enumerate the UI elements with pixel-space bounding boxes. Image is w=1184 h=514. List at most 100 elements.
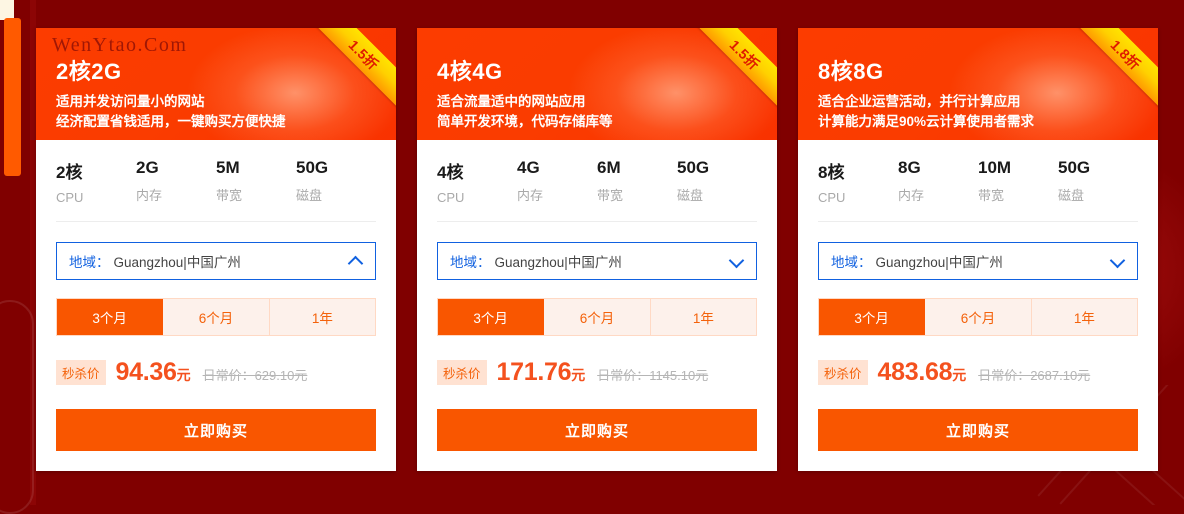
- card-body: 2核 CPU 2G 内存 5M 带宽 50G 磁盘地域： Guangzhou|中国广州 3个月 6个…: [36, 140, 396, 471]
- background-cream-strip: [0, 0, 14, 20]
- spec-item: 4G 内存: [517, 158, 597, 205]
- chevron-up-icon[interactable]: [349, 254, 363, 268]
- card-description: 适合流量适中的网站应用简单开发环境，代码存储库等: [437, 92, 613, 132]
- spec-value: 10M: [978, 158, 1012, 177]
- duration-tab-group: 3个月 6个月 1年: [437, 298, 757, 336]
- discount-ribbon: 1.8折: [1066, 28, 1158, 114]
- discount-ribbon-label: 1.8折: [1107, 36, 1145, 73]
- spec-value: 50G: [1058, 158, 1091, 177]
- price-value: 171.76: [496, 358, 572, 386]
- region-select[interactable]: 地域： Guangzhou|中国广州: [56, 242, 376, 280]
- spec-item: 50G 磁盘: [296, 158, 376, 205]
- card-description: 适用并发访问量小的网站经济配置省钱适用，一键购买方便快捷: [56, 92, 286, 132]
- duration-tab[interactable]: 3个月: [438, 299, 545, 335]
- background-outline-shape: [0, 300, 34, 514]
- card-title: 4核4G: [437, 59, 503, 84]
- original-price: 日常价：1145.10元: [597, 368, 709, 383]
- card-description-line2: 经济配置省钱适用，一键购买方便快捷: [56, 114, 286, 129]
- spec-row: 4核 CPU 4G 内存 6M 带宽 50G 磁盘: [437, 158, 757, 222]
- duration-tab[interactable]: 3个月: [57, 299, 164, 335]
- card-header: 4核4G 适合流量适中的网站应用简单开发环境，代码存储库等 1.5折: [417, 28, 777, 140]
- spec-label: 磁盘: [296, 188, 323, 203]
- card-description-line1: 适用并发访问量小的网站: [56, 94, 205, 109]
- spec-item: 50G 磁盘: [1058, 158, 1138, 205]
- spec-item: 8核 CPU: [818, 158, 898, 205]
- spec-item: 50G 磁盘: [677, 158, 757, 205]
- card-title: 8核8G: [818, 59, 884, 84]
- chevron-down-icon[interactable]: [1111, 254, 1125, 268]
- spec-item: 2核 CPU: [56, 158, 136, 205]
- spec-item: 2G 内存: [136, 158, 216, 205]
- price-unit: 元: [176, 367, 191, 383]
- original-price: 日常价：2687.10元: [978, 368, 1091, 383]
- price-badge: 秒杀价: [818, 360, 868, 385]
- discount-ribbon-label: 1.5折: [345, 36, 383, 73]
- buy-now-button[interactable]: 立即购买: [437, 409, 757, 451]
- duration-tab[interactable]: 1年: [1031, 299, 1137, 335]
- card-header: WenYtao.Com 2核2G 适用并发访问量小的网站 经济配置省钱适用，一键购买方…: [36, 28, 396, 140]
- buy-now-button[interactable]: 立即购买: [818, 409, 1138, 451]
- spec-item: 5M 带宽: [216, 158, 296, 205]
- price-value: 483.68: [877, 358, 953, 386]
- spec-item: 10M 带宽: [978, 158, 1058, 205]
- duration-tab-group: 3个月 6个月 1年: [56, 298, 376, 336]
- card-body: 8核 CPU 8G 内存 10M 带宽 50G 磁盘地域： Guangzhou|中国广州 3个月 6…: [798, 140, 1158, 471]
- card-description-line1: 适合企业运营活动，并行计算应用: [818, 94, 1021, 109]
- pricing-card: 4核4G 适合流量适中的网站应用简单开发环境，代码存储库等 1.5折 4核 CPU 4G 内…: [417, 28, 777, 471]
- duration-tab[interactable]: 1年: [650, 299, 756, 335]
- region-select-value: Guangzhou|中国广州: [113, 255, 241, 270]
- spec-item: 8G 内存: [898, 158, 978, 205]
- price-unit: 元: [952, 367, 967, 383]
- spec-item: 4核 CPU: [437, 158, 517, 205]
- region-select[interactable]: 地域： Guangzhou|中国广州: [818, 242, 1138, 280]
- card-description-line1: 适合流量适中的网站应用: [437, 94, 586, 109]
- spec-row: 2核 CPU 2G 内存 5M 带宽 50G 磁盘: [56, 158, 376, 222]
- card-title: 2核2G: [56, 59, 122, 84]
- region-select[interactable]: 地域： Guangzhou|中国广州: [437, 242, 757, 280]
- spec-value: 8G: [898, 158, 921, 177]
- spec-value: 5M: [216, 158, 240, 177]
- spec-label: 内存: [898, 188, 925, 203]
- card-description-line2: 简单开发环境，代码存储库等: [437, 114, 613, 129]
- spec-value: 50G: [296, 158, 329, 177]
- card-header: 8核8G 适合企业运营活动，并行计算应用 计算能力满足90%云计算使用者需求 1.8折: [798, 28, 1158, 140]
- price-badge: 秒杀价: [56, 360, 106, 385]
- duration-tab[interactable]: 6个月: [544, 299, 651, 335]
- buy-now-button[interactable]: 立即购买: [56, 409, 376, 451]
- discount-ribbon-label: 1.5折: [726, 36, 764, 73]
- card-description-line2: 计算能力满足90%云计算使用者需求: [818, 114, 1035, 129]
- spec-value: 2G: [136, 158, 159, 177]
- spec-value: 4G: [517, 158, 540, 177]
- discount-ribbon: 1.5折: [685, 28, 777, 114]
- spec-label: CPU: [437, 190, 465, 205]
- spec-row: 8核 CPU 8G 内存 10M 带宽 50G 磁盘: [818, 158, 1138, 222]
- card-description: 适合企业运营活动，并行计算应用 计算能力满足90%云计算使用者需求: [818, 92, 1034, 132]
- region-select-value: Guangzhou|中国广州: [494, 255, 622, 270]
- spec-value: 2核: [56, 163, 83, 182]
- pricing-card: WenYtao.Com 2核2G 适用并发访问量小的网站 经济配置省钱适用，一键购买方…: [36, 28, 396, 471]
- spec-label: 内存: [136, 188, 163, 203]
- duration-tab-group: 3个月 6个月 1年: [818, 298, 1138, 336]
- spec-label: CPU: [56, 190, 84, 205]
- region-select-label: 地域：: [69, 255, 110, 270]
- background-orange-bar: [4, 18, 21, 176]
- spec-value: 6M: [597, 158, 621, 177]
- price-row: 秒杀价 483.68 元日常价：2687.10元: [818, 358, 1138, 387]
- spec-label: 内存: [517, 188, 544, 203]
- duration-tab[interactable]: 6个月: [925, 299, 1032, 335]
- spec-item: 6M 带宽: [597, 158, 677, 205]
- spec-label: CPU: [818, 190, 846, 205]
- duration-tab[interactable]: 3个月: [819, 299, 926, 335]
- price-row: 秒杀价 94.36 元日常价：629.10元: [56, 358, 376, 387]
- spec-value: 50G: [677, 158, 710, 177]
- price-badge: 秒杀价: [437, 360, 487, 385]
- card-body: 4核 CPU 4G 内存 6M 带宽 50G 磁盘地域： Guangzhou|中国广州 3个月 6个…: [417, 140, 777, 471]
- spec-label: 带宽: [597, 188, 624, 203]
- spec-label: 带宽: [216, 188, 243, 203]
- region-select-value: Guangzhou|中国广州: [875, 255, 1003, 270]
- spec-value: 8核: [818, 163, 845, 182]
- chevron-down-icon[interactable]: [730, 254, 744, 268]
- duration-tab[interactable]: 6个月: [163, 299, 270, 335]
- spec-label: 带宽: [978, 188, 1005, 203]
- duration-tab[interactable]: 1年: [269, 299, 375, 335]
